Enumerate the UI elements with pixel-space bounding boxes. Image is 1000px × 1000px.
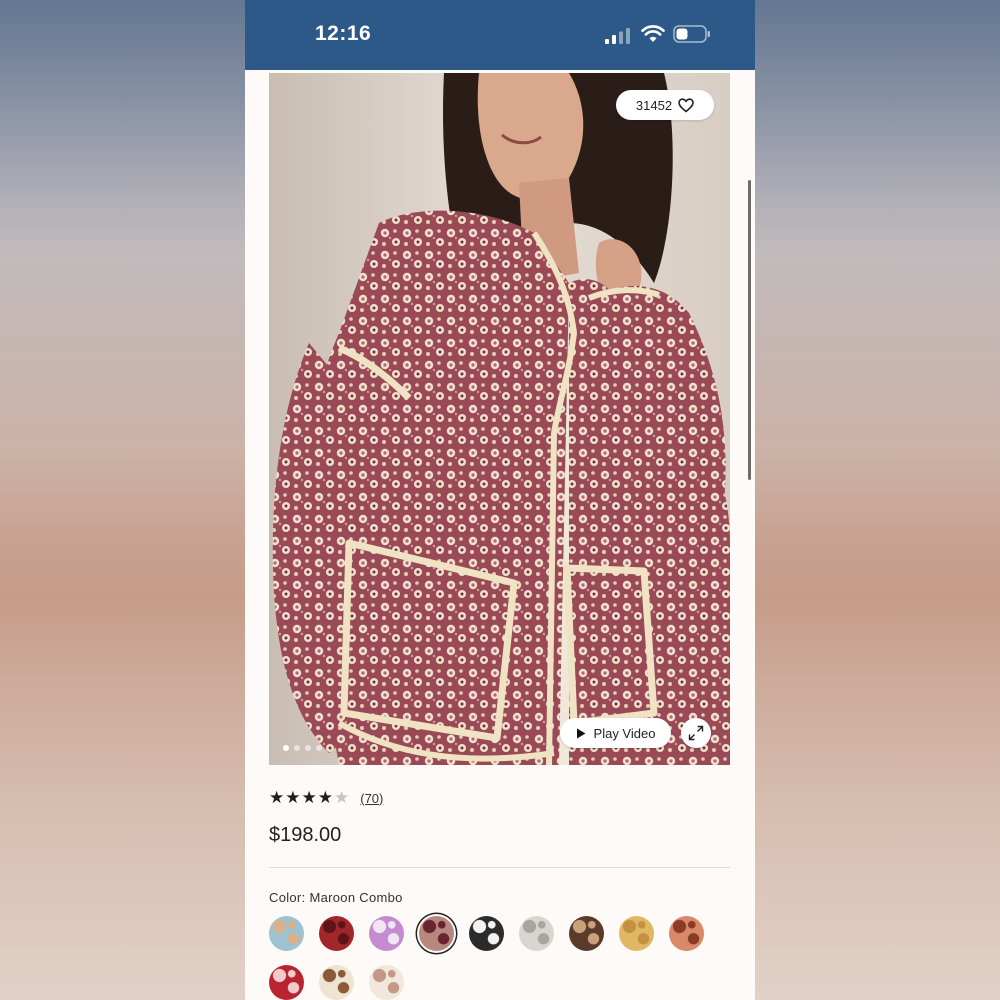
color-swatch-red-patchwork[interactable] (319, 916, 354, 951)
favorite-count: 31452 (635, 97, 673, 113)
color-swatch-cream-rose-floral[interactable] (369, 965, 404, 1000)
expand-image-button[interactable] (681, 718, 711, 748)
selected-color-name: Maroon Combo (309, 890, 403, 905)
review-count-link[interactable]: (70) (360, 791, 383, 806)
play-video-label: Play Video (593, 725, 656, 741)
play-icon (576, 728, 586, 738)
star-filled-icon: ★ (285, 788, 302, 807)
star-filled-icon: ★ (301, 788, 318, 807)
battery-icon (673, 25, 710, 43)
carousel-dot[interactable] (305, 745, 311, 751)
wifi-icon (641, 25, 665, 42)
color-swatch-cream-brown-floral[interactable] (319, 965, 354, 1000)
carousel-dots (283, 745, 322, 751)
color-swatch-red-floral[interactable] (269, 965, 304, 1000)
play-video-button[interactable]: Play Video (560, 718, 671, 748)
status-time: 12:16 (315, 22, 372, 45)
product-image-carousel[interactable]: 31452 Play Video (269, 73, 730, 765)
color-swatch-blue-floral[interactable] (269, 916, 304, 951)
color-label-prefix: Color: (269, 890, 306, 905)
favorite-count-button[interactable]: 31452 (616, 90, 714, 120)
color-swatch-brown-plaid[interactable] (569, 916, 604, 951)
color-swatch-rust-floral[interactable] (669, 916, 704, 951)
background-blur-right (755, 0, 1000, 1000)
star-filled-icon: ★ (269, 788, 286, 807)
color-swatch-purple-floral[interactable] (369, 916, 404, 951)
divider (269, 867, 730, 868)
color-swatch-list (269, 916, 719, 1000)
expand-icon (688, 725, 704, 741)
status-bar: 12:16 (245, 0, 755, 70)
background-blur-left (0, 0, 245, 1000)
heart-icon (678, 97, 694, 113)
scrollbar[interactable] (748, 180, 751, 480)
phone-screen: 12:16 31452 Play Video ★★★★★ (70) $198.0… (245, 0, 755, 1000)
color-swatch-mustard-floral[interactable] (619, 916, 654, 951)
star-filled-icon: ★ (317, 788, 334, 807)
color-swatch-black-check[interactable] (469, 916, 504, 951)
color-label: Color: Maroon Combo (269, 890, 403, 905)
carousel-dot[interactable] (283, 745, 289, 751)
carousel-dot[interactable] (316, 745, 322, 751)
rating-row: ★★★★★ (70) (269, 788, 383, 808)
carousel-dot[interactable] (294, 745, 300, 751)
color-swatch-grey-floral[interactable] (519, 916, 554, 951)
product-photo (269, 73, 730, 765)
color-swatch-maroon-combo[interactable] (419, 916, 454, 951)
product-price: $198.00 (269, 824, 342, 846)
cellular-signal-icon (605, 28, 630, 44)
star-empty-icon: ★ (334, 788, 351, 807)
star-rating: ★★★★★ (269, 788, 350, 808)
